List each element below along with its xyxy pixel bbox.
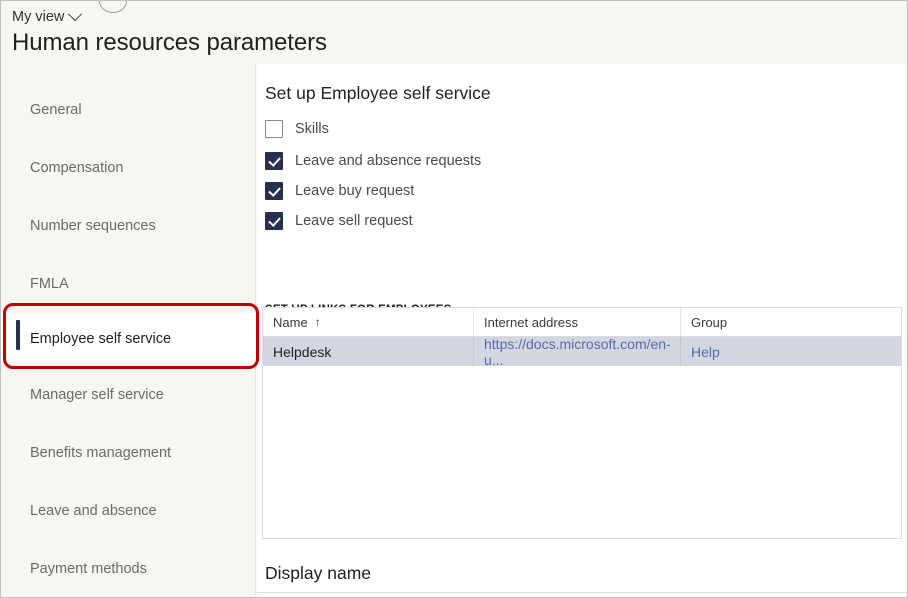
checkbox-row-leave-and-absence-requests[interactable]: Leave and absence requests [265, 152, 481, 170]
page-header: My view Human resources parameters [1, 1, 907, 64]
checkbox-label: Leave sell request [295, 212, 413, 229]
sidebar-item-fmla[interactable]: FMLA [1, 262, 256, 306]
sidebar-item-label: Benefits management [30, 444, 172, 461]
grid-column-header-group[interactable]: Group [681, 308, 891, 336]
sidebar-item-label: Compensation [30, 159, 124, 176]
display-name-heading: Display name [265, 563, 372, 583]
sidebar-item-benefits-management[interactable]: Benefits management [1, 431, 256, 475]
page-title: Human resources parameters [12, 29, 327, 56]
checkbox-row-leave-buy-request[interactable]: Leave buy request [265, 182, 414, 200]
view-selector[interactable]: My view [12, 7, 83, 25]
sidebar-item-general[interactable]: General [1, 88, 256, 132]
section-title: Set up Employee self service [265, 83, 491, 103]
sidebar-item-label: General [30, 101, 82, 118]
checkbox-row-skills[interactable]: Skills [265, 120, 329, 138]
checkbox-leave-and-absence-requests[interactable] [265, 152, 283, 170]
sidebar-item-label: Manager self service [30, 386, 164, 403]
section-divider [257, 592, 907, 593]
sidebar-item-leave-and-absence[interactable]: Leave and absence [1, 489, 256, 533]
sidebar-item-label: Number sequences [30, 217, 156, 234]
sidebar-item-manager-self-service[interactable]: Manager self service [1, 373, 256, 417]
sidebar-item-employee-self-service[interactable]: Employee self service [1, 313, 256, 365]
sidebar-item-label: Employee self service [30, 330, 172, 347]
cell-internet-address[interactable]: https://docs.microsoft.com/en-u... [474, 336, 681, 368]
view-selector-label: My view [12, 9, 65, 25]
grid-column-header-label: Name [273, 314, 308, 330]
sidebar-item-label: FMLA [30, 275, 69, 292]
sidebar-item-compensation[interactable]: Compensation [1, 146, 256, 190]
checkbox-label: Leave and absence requests [295, 152, 482, 169]
grid-header-row: Name ↑ Internet address Group [263, 308, 901, 337]
checkbox-leave-buy-request[interactable] [265, 182, 283, 200]
sidebar-navigation: General Compensation Number sequences FM… [1, 64, 256, 597]
sidebar-item-number-sequences[interactable]: Number sequences [1, 204, 256, 248]
chevron-down-icon [68, 7, 83, 22]
sidebar-item-label: Payment methods [30, 560, 147, 577]
sort-ascending-icon: ↑ [314, 315, 321, 329]
checkbox-label: Leave buy request [295, 182, 415, 199]
grid-column-header-label: Internet address [484, 314, 578, 330]
checkbox-leave-sell-request[interactable] [265, 212, 283, 230]
checkbox-skills[interactable] [265, 120, 283, 138]
checkbox-label: Skills [295, 120, 329, 137]
application-window: My view Human resources parameters Gener… [0, 0, 908, 598]
cell-group[interactable]: Help [681, 337, 891, 366]
sidebar-item-label: Leave and absence [30, 502, 157, 519]
main-content-panel: Set up Employee self service Skills Leav… [257, 64, 907, 597]
checkbox-row-leave-sell-request[interactable]: Leave sell request [265, 212, 413, 230]
links-grid: Name ↑ Internet address Group Helpdesk h… [262, 307, 902, 539]
sidebar-item-payment-methods[interactable]: Payment methods [1, 547, 256, 591]
grid-column-header-name[interactable]: Name ↑ [263, 308, 474, 336]
cell-name: Helpdesk [263, 337, 474, 366]
grid-column-header-label: Group [691, 314, 728, 330]
grid-column-header-internet-address[interactable]: Internet address [474, 308, 681, 336]
active-item-accent-bar [16, 320, 20, 350]
partial-circle-icon [99, 1, 127, 13]
table-row[interactable]: Helpdesk https://docs.microsoft.com/en-u… [263, 336, 901, 368]
